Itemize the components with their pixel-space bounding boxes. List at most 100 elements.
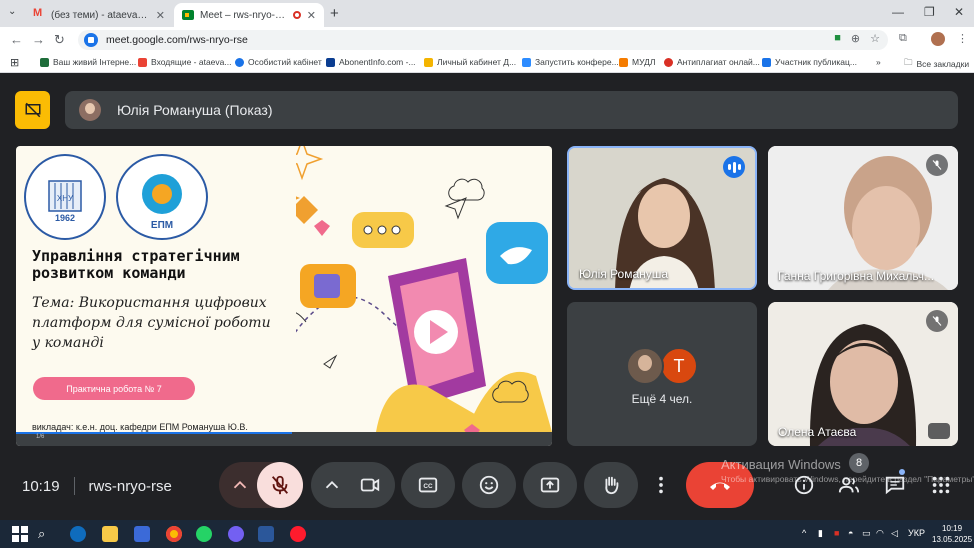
clock-date: 13.05.2025 [932, 535, 973, 544]
participant-tile[interactable]: Олена Атаєва [768, 302, 958, 446]
tab-meet[interactable]: Meet – rws-nryo-rse ✕ [174, 3, 324, 27]
search-icon[interactable]: ⌕ [38, 526, 54, 542]
meeting-details-button[interactable] [793, 474, 815, 501]
bookmark-favicon-icon [40, 57, 49, 67]
tray-app-icon[interactable]: ■ [834, 528, 839, 538]
tab-gmail[interactable]: (без теми) - ataeva.elena.uipa@... ✕ [25, 3, 173, 27]
close-tab-icon[interactable]: ✕ [156, 9, 165, 22]
avatar [79, 99, 101, 121]
edge-icon[interactable] [70, 526, 86, 542]
clock-time: 10:19 [942, 524, 963, 533]
minimize-icon[interactable]: — [892, 5, 904, 19]
activities-button[interactable] [930, 474, 952, 501]
camera-options-button[interactable] [311, 462, 395, 508]
gmail-icon [33, 7, 45, 20]
speaking-indicator-icon [723, 156, 745, 178]
restore-icon[interactable]: ❐ [924, 5, 935, 19]
profile-avatar[interactable] [931, 32, 945, 46]
new-tab-button[interactable]: + [330, 5, 339, 22]
meeting-code: rws-nryo-rse [88, 477, 172, 495]
bookmark-star-icon[interactable]: ☆ [870, 32, 880, 45]
system-clock[interactable]: 10:19 13.05.2025 [932, 523, 972, 545]
people-button[interactable] [838, 474, 860, 501]
meeting-info: 10:19 rws-nryo-rse [22, 477, 172, 495]
back-icon[interactable]: ← [10, 32, 23, 47]
slide-topic: Тема: Використання цифрових платформ для… [32, 295, 271, 351]
participant-tile[interactable]: Юлія Романуша [567, 146, 757, 290]
svg-text:CC: CC [423, 483, 433, 490]
chat-button[interactable] [884, 474, 906, 501]
bookmark-item[interactable]: Ваш живий Інтерне... [40, 57, 136, 67]
bookmark-item[interactable]: Запустить конфере... [522, 57, 619, 67]
presentation-icon[interactable] [15, 91, 50, 129]
file-explorer-icon[interactable] [102, 526, 118, 542]
captions-button[interactable]: CC [401, 462, 455, 508]
battery-icon[interactable]: ▭ [862, 528, 871, 539]
extensions-icon[interactable]: ⧉ [899, 32, 907, 45]
zoom-icon[interactable]: ⊕ [851, 32, 860, 45]
participant-tile[interactable]: Ганна Григорівна Михальч... [768, 146, 958, 290]
chrome-icon[interactable] [166, 526, 182, 542]
word-icon[interactable] [258, 526, 274, 542]
language-indicator[interactable]: УКР [908, 528, 925, 538]
store-icon[interactable] [134, 526, 150, 542]
tray-app-icon[interactable]: ◓ [848, 528, 853, 538]
svg-text:1962: 1962 [55, 213, 75, 223]
slide-page-indicator: 1/6 [36, 434, 45, 440]
tray-app-icon[interactable]: ▮ [818, 528, 823, 539]
bookmark-favicon-icon [424, 57, 433, 67]
more-options-button[interactable] [646, 462, 676, 508]
tray-expand-icon[interactable]: ^ [802, 528, 806, 538]
site-info-icon[interactable] [84, 33, 98, 47]
whatsapp-icon[interactable] [196, 526, 212, 542]
picture-in-picture-icon[interactable] [928, 423, 950, 439]
windows-start-icon[interactable] [12, 526, 28, 542]
mic-off-icon [271, 475, 289, 495]
bookmark-item[interactable]: Участник публикац... [762, 57, 857, 67]
reactions-button[interactable] [462, 462, 516, 508]
gmail-icon [138, 57, 147, 67]
participant-name: Юлія Романуша [579, 267, 669, 281]
avatar [626, 347, 664, 385]
bookmark-item[interactable]: AbonentInfo.com -... [326, 57, 416, 67]
opera-icon[interactable] [290, 526, 306, 542]
meet-icon [182, 10, 194, 20]
camera-icon[interactable] [359, 474, 381, 496]
volume-icon[interactable]: ◁ [891, 528, 898, 539]
bookmark-favicon-icon [664, 57, 673, 67]
heart-icon [314, 220, 330, 236]
bookmark-item[interactable]: Особистий кабінет [235, 57, 322, 67]
present-button[interactable] [523, 462, 577, 508]
menu-icon[interactable]: ⋮ [957, 32, 968, 45]
raise-hand-button[interactable] [584, 462, 638, 508]
chat-icon [885, 476, 905, 495]
tab-search-chevron-icon[interactable]: ⌄ [8, 6, 16, 17]
all-bookmarks[interactable]: 🗀 Все закладки [904, 57, 969, 71]
bookmark-item[interactable]: Входящие - ataeva... [138, 57, 231, 67]
bookmark-item[interactable]: МУДЛ [619, 57, 655, 67]
info-icon [794, 475, 814, 495]
bookmark-item[interactable]: Антиплагиат онлай... [664, 57, 760, 67]
viber-icon[interactable] [228, 526, 244, 542]
emoji-icon [479, 475, 499, 495]
camera-in-use-icon[interactable]: ■ [834, 32, 841, 45]
shared-slide[interactable]: ХНУ 1962 ЕПМ Управління стратегічним роз… [16, 146, 552, 446]
close-tab-icon[interactable]: ✕ [307, 9, 316, 22]
reload-icon[interactable]: ↻ [54, 32, 65, 48]
browser-tabstrip: ⌄ (без теми) - ataeva.elena.uipa@... ✕ M… [0, 0, 974, 27]
apps-grid-icon[interactable]: ⊞ [10, 56, 19, 69]
more-bookmarks-icon[interactable]: » [876, 57, 881, 67]
wifi-icon[interactable]: ◠ [876, 528, 884, 539]
closed-captions-icon: CC [418, 477, 438, 493]
building-icon: ХНУ 1962 [48, 180, 82, 223]
bookmark-favicon-icon [235, 57, 244, 67]
close-window-icon[interactable]: ✕ [954, 5, 964, 19]
mic-toggle-button[interactable] [257, 462, 303, 508]
slide-controls[interactable]: 1/6 [16, 432, 552, 446]
address-bar[interactable]: meet.google.com/rws-nryo-rse ■ ⊕ ☆ [78, 30, 888, 50]
more-participants-tile[interactable]: Т Ещё 4 чел. [567, 302, 757, 446]
participant-name: Ганна Григорівна Михальч... [778, 269, 935, 283]
bookmark-item[interactable]: Личный кабинет Д... [424, 57, 516, 67]
bookmark-favicon-icon [326, 57, 335, 67]
forward-icon[interactable]: → [32, 32, 45, 47]
